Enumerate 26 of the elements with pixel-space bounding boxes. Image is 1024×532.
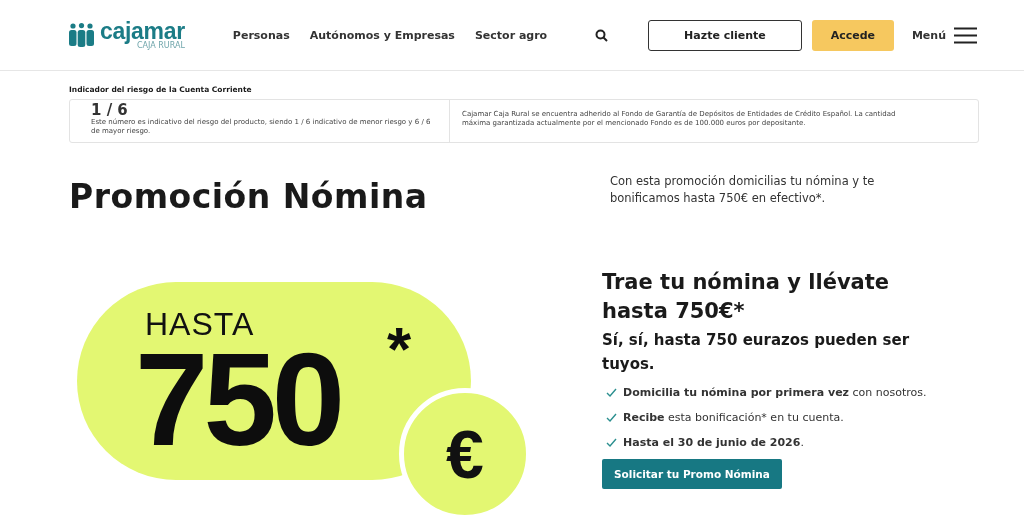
signup-button[interactable]: Hazte cliente	[647, 19, 802, 51]
logo-people-icon	[68, 23, 95, 47]
intro-text: Con esta promoción domicilias tu nómina y te bonificamos hasta 750€ en efectivo*.	[610, 173, 876, 207]
search-icon[interactable]	[594, 28, 608, 42]
menu-icon[interactable]	[954, 26, 977, 44]
login-button[interactable]: Accede	[811, 19, 894, 51]
risk-score: 1 / 6	[91, 102, 128, 118]
benefit-text: Hasta el 30 de junio de 2026.	[623, 436, 804, 449]
nav-link[interactable]: Sector agro	[474, 28, 548, 42]
check-icon	[606, 438, 617, 447]
promo-asterisk: *	[387, 318, 412, 380]
benefit-text: Recibe esta bonificación* en tu cuenta.	[623, 411, 844, 424]
check-icon	[606, 388, 617, 397]
logo-name[interactable]: cajamar	[100, 20, 185, 42]
nav-link[interactable]: Autónomos y Empresas	[309, 28, 455, 42]
apply-button[interactable]: Solicitar tu Promo Nómina	[602, 459, 782, 489]
logo-subtitle: CAJA RURAL	[137, 42, 185, 50]
offer-heading: Trae tu nómina y llévate hasta 750€*	[602, 269, 891, 325]
check-icon	[606, 413, 617, 422]
promo-prefix: HASTA	[145, 306, 255, 343]
promo-amount: 750	[135, 350, 341, 450]
nav-link[interactable]: Personas	[232, 28, 290, 42]
menu-button[interactable]: Menú	[911, 26, 977, 44]
benefit-text: Domicilia tu nómina por primera vez con nosotros.	[623, 386, 927, 399]
offer-subheading: Sí, sí, hasta 750 eurazos pueden ser tuyos.	[602, 330, 911, 375]
page-title: Promoción Nómina	[69, 177, 429, 216]
